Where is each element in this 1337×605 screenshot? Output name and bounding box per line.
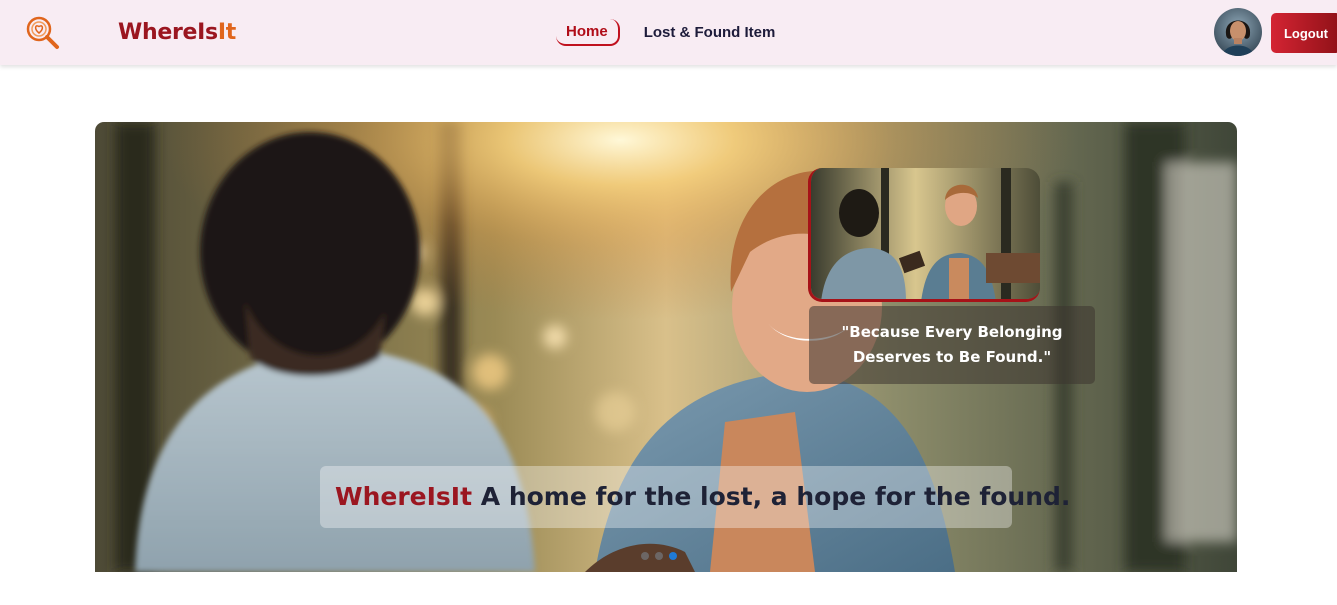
user-avatar[interactable] (1214, 8, 1262, 56)
quote-line-2: Deserves to Be Found." (852, 348, 1052, 366)
logout-button[interactable]: Logout (1271, 13, 1337, 53)
carousel-dot-2[interactable] (655, 552, 663, 560)
inset-photo[interactable] (808, 168, 1040, 302)
carousel-dot-3[interactable] (669, 552, 677, 560)
hero-banner: "Because Every Belonging Deserves to Be … (95, 122, 1237, 572)
hero-caption: WhereIsIt A home for the lost, a hope fo… (320, 466, 1070, 528)
carousel-dot-1[interactable] (641, 552, 649, 560)
brand-name-part1: WhereIs (118, 20, 218, 45)
brand-logo[interactable]: WhereIsIt (118, 20, 236, 45)
brand-name-part2: It (217, 20, 236, 45)
navbar: WhereIsIt Home Lost & Found Item Logout (0, 0, 1337, 65)
nav-lost-found-link[interactable]: Lost & Found Item (644, 24, 776, 41)
quote-box: "Because Every Belonging Deserves to Be … (809, 306, 1095, 384)
nav-links: Home Lost & Found Item (556, 17, 775, 47)
caption-text: A home for the lost, a hope for the foun… (480, 482, 1071, 511)
carousel-indicators (641, 552, 677, 560)
caption-brand: WhereIsIt (335, 482, 473, 511)
magnifier-heart-icon[interactable] (24, 14, 60, 50)
nav-home-link[interactable]: Home (556, 18, 620, 46)
quote-line-1: "Because Every Belonging (841, 323, 1063, 341)
